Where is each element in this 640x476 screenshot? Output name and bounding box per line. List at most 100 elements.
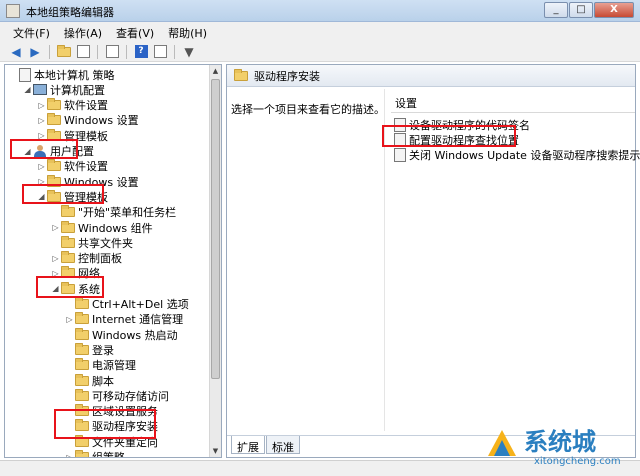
tree-item[interactable]: ▷ 控制面板 xyxy=(51,251,122,266)
tree-item[interactable]: ▷ Windows 组件 xyxy=(51,220,153,235)
tree-item-label: Ctrl+Alt+Del 选项 xyxy=(92,298,189,311)
expanded-arrow-icon[interactable]: ◢ xyxy=(23,85,32,94)
setting-item[interactable]: 配置驱动程序查找位置 xyxy=(393,132,519,147)
menu-view[interactable]: 查看(V) xyxy=(109,22,161,42)
tree-item[interactable]: 驱动程序安装 xyxy=(65,419,158,434)
menu-file[interactable]: 文件(F) xyxy=(6,22,57,42)
help-icon[interactable]: ? xyxy=(133,44,149,60)
menu-action[interactable]: 操作(A) xyxy=(57,22,109,42)
toolbar-separator xyxy=(49,44,50,59)
tree-item[interactable]: ▷ 软件设置 xyxy=(37,159,108,174)
collapsed-arrow-icon[interactable]: ▷ xyxy=(51,254,60,263)
collapsed-arrow-icon[interactable]: ▷ xyxy=(37,177,46,186)
setting-item[interactable]: 关闭 Windows Update 设备驱动程序搜索提示 xyxy=(393,147,640,162)
folder-icon xyxy=(75,404,89,417)
export-list-icon[interactable] xyxy=(104,44,120,60)
properties-icon[interactable] xyxy=(152,44,168,60)
folder-icon xyxy=(75,312,89,325)
collapsed-arrow-icon[interactable]: ▷ xyxy=(51,269,60,278)
folder-icon xyxy=(47,128,61,141)
up-folder-icon[interactable] xyxy=(56,44,72,60)
collapsed-arrow-icon[interactable]: ▷ xyxy=(37,162,46,171)
tree-item[interactable]: 文件夹重定向 xyxy=(65,434,158,449)
window-title: 本地组策略编辑器 xyxy=(26,6,114,19)
column-divider xyxy=(384,89,385,431)
close-button[interactable]: X xyxy=(594,2,634,18)
tree-item[interactable]: ▷ 组策略 xyxy=(65,450,125,458)
collapsed-arrow-icon[interactable]: ▷ xyxy=(65,315,74,324)
tree-item[interactable]: 本地计算机 策略 xyxy=(9,67,115,82)
view-tabs: 扩展 标准 xyxy=(227,435,635,457)
tree-item[interactable]: ◢ 用户配置 xyxy=(23,144,94,159)
show-hide-tree-icon[interactable] xyxy=(75,44,91,60)
collapsed-arrow-icon[interactable]: ▷ xyxy=(37,131,46,140)
tree-item[interactable]: Windows 热启动 xyxy=(65,327,178,342)
tree-item-label: 控制面板 xyxy=(78,252,122,266)
tree-item[interactable]: 共享文件夹 xyxy=(51,235,133,250)
tree-item[interactable]: ▷ Windows 设置 xyxy=(37,174,139,189)
tree-item-label: 文件夹重定向 xyxy=(92,435,158,449)
tree-item[interactable]: 可移动存储访问 xyxy=(65,388,169,403)
tree-item-label: Windows 组件 xyxy=(78,221,153,235)
tree-item[interactable]: "开始"菜单和任务栏 xyxy=(51,205,176,220)
tree-item[interactable]: 脚本 xyxy=(65,373,114,388)
scroll-thumb[interactable] xyxy=(211,79,220,379)
tree-item-label: 脚本 xyxy=(92,374,114,388)
menu-help[interactable]: 帮助(H) xyxy=(161,22,214,42)
toolbar: ◀ ▶ ? ▼ xyxy=(0,42,640,62)
forward-arrow-icon[interactable]: ▶ xyxy=(27,44,43,60)
collapsed-arrow-icon[interactable]: ▷ xyxy=(37,101,46,110)
tree-item[interactable]: 区域设置服务 xyxy=(65,404,158,419)
tree-item[interactable]: Ctrl+Alt+Del 选项 xyxy=(65,297,189,312)
expanded-arrow-icon[interactable]: ◢ xyxy=(37,192,46,201)
scroll-down-icon[interactable]: ▼ xyxy=(210,445,221,457)
folder-icon xyxy=(47,174,61,187)
filter-icon[interactable]: ▼ xyxy=(181,44,197,60)
tree-item-label: 软件设置 xyxy=(64,160,108,174)
tree-item[interactable]: ▷ 软件设置 xyxy=(37,98,108,113)
tree-scrollbar[interactable]: ▲ ▼ xyxy=(209,65,221,457)
tree-item[interactable]: ▷ Windows 设置 xyxy=(37,113,139,128)
tree-item[interactable]: ▷ 管理模板 xyxy=(37,128,108,143)
tree-item-label: 计算机配置 xyxy=(50,83,105,97)
details-pane: 驱动程序安装 选择一个项目来查看它的描述。 设置 设备驱动程序的代码签名 配置驱… xyxy=(226,64,640,458)
folder-icon xyxy=(75,358,89,371)
setting-item[interactable]: 设备驱动程序的代码签名 xyxy=(393,117,530,132)
folder-icon xyxy=(75,342,89,355)
tab-standard[interactable]: 标准 xyxy=(266,436,300,454)
folder-icon xyxy=(75,419,89,432)
maximize-button[interactable]: □ xyxy=(569,2,593,18)
collapsed-arrow-icon[interactable]: ▷ xyxy=(37,116,46,125)
column-header-settings[interactable]: 设置 xyxy=(391,95,635,113)
minimize-button[interactable]: _ xyxy=(544,2,568,18)
tree-item[interactable]: ▷ Internet 通信管理 xyxy=(65,312,183,327)
tree-item-label: 网络 xyxy=(78,267,100,281)
folder-icon xyxy=(61,266,75,279)
tree-item[interactable]: ◢ 系统 xyxy=(51,281,100,296)
expanded-arrow-icon[interactable]: ◢ xyxy=(23,147,32,156)
tree-item-label: Windows 热启动 xyxy=(92,328,178,342)
tree-item[interactable]: ◢ 计算机配置 xyxy=(23,82,105,97)
tree-item-label: Windows 设置 xyxy=(64,114,139,128)
policy-tree[interactable]: ▲ ▼ 本地计算机 策略 ◢ 计算机配置 ▷ 软件设置 ▷ Windows 设置 ▷ 管理模板 ◢… xyxy=(4,64,222,458)
tree-item[interactable]: ▷ 网络 xyxy=(51,266,100,281)
user-icon xyxy=(33,145,47,157)
folder-icon xyxy=(61,281,75,294)
tree-item-label: 区域设置服务 xyxy=(92,405,158,419)
status-bar xyxy=(0,460,640,476)
expanded-arrow-icon[interactable]: ◢ xyxy=(51,284,60,293)
tree-item-label: "开始"菜单和任务栏 xyxy=(78,206,177,220)
menu-bar: 文件(F) 操作(A) 查看(V) 帮助(H) xyxy=(0,22,640,42)
back-arrow-icon[interactable]: ◀ xyxy=(8,44,24,60)
collapsed-arrow-icon[interactable]: ▷ xyxy=(65,453,74,458)
tree-item[interactable]: 登录 xyxy=(65,342,114,357)
folder-icon xyxy=(75,373,89,386)
tree-item[interactable]: ◢ 管理模板 xyxy=(37,189,108,204)
folder-icon xyxy=(47,189,61,202)
collapsed-arrow-icon[interactable]: ▷ xyxy=(51,223,60,232)
tree-item-label: 系统 xyxy=(78,282,100,296)
tree-item[interactable]: 电源管理 xyxy=(65,358,136,373)
scroll-up-icon[interactable]: ▲ xyxy=(210,65,221,77)
tab-extended[interactable]: 扩展 xyxy=(231,436,265,454)
folder-icon xyxy=(61,251,75,264)
